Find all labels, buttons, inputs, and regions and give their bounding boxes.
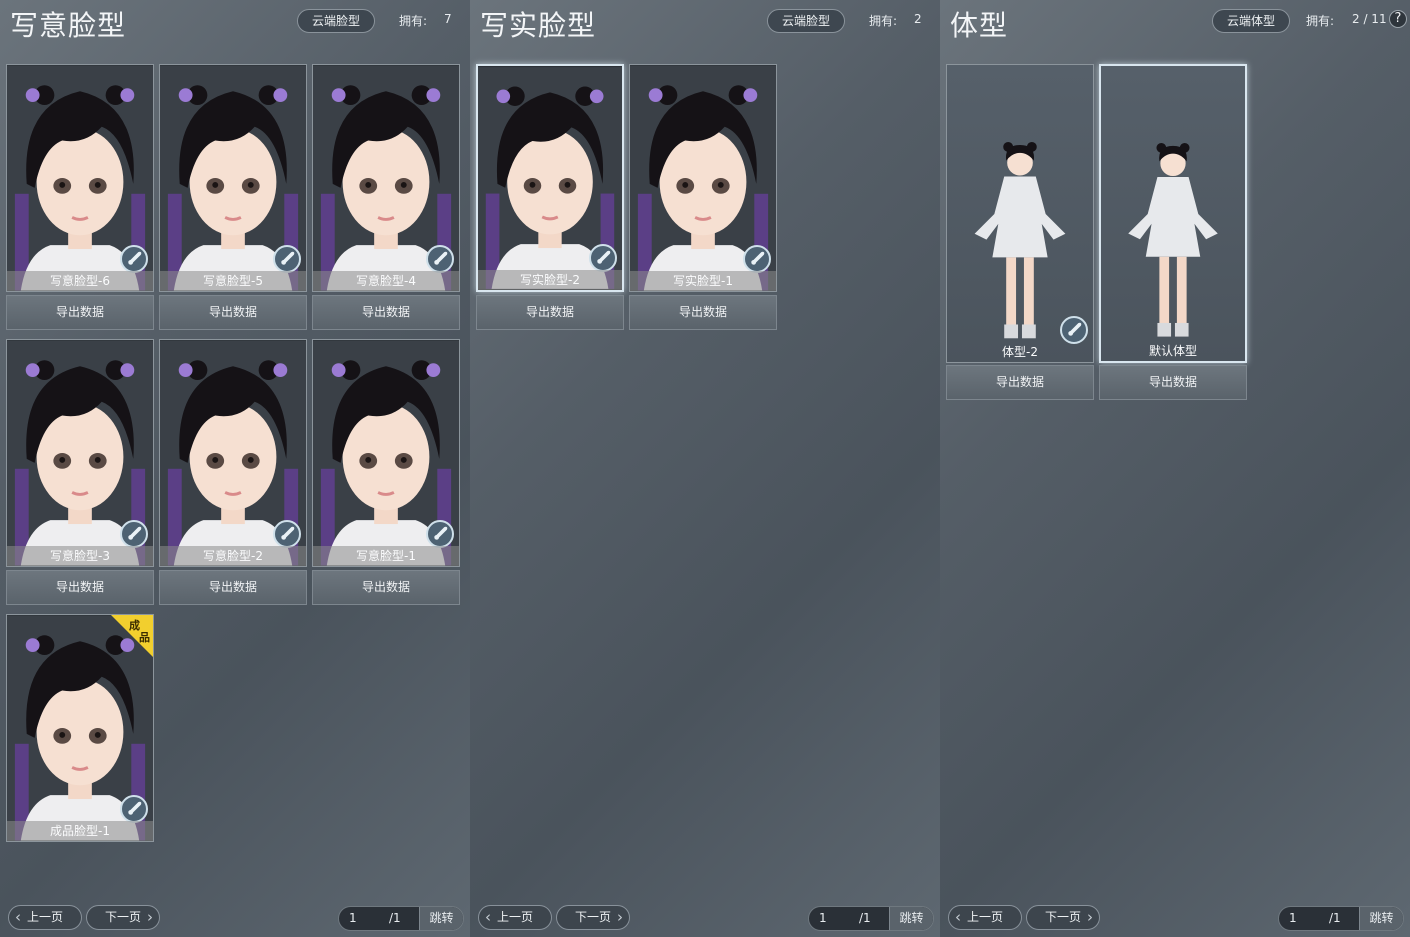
body-type-panel: 体型 云端体型 拥有: 2 / 11 ? 体型-2 导出数据 默认体型 导出数据… (940, 0, 1410, 937)
brush-icon[interactable] (589, 244, 617, 272)
body-card-selected[interactable]: 默认体型 (1099, 64, 1247, 363)
jump-button[interactable]: 跳转 (1359, 907, 1403, 930)
chevron-right-icon: › (147, 908, 153, 926)
chevron-left-icon: ‹ (15, 908, 21, 926)
card-label: 写意脸型-3 (7, 546, 153, 566)
panel-title: 写意脸型 (10, 9, 127, 42)
export-data-button[interactable]: 导出数据 (159, 570, 307, 605)
page-total: /1 (859, 911, 871, 925)
export-data-button[interactable]: 导出数据 (6, 570, 154, 605)
card-label: 写意脸型-2 (160, 546, 306, 566)
card-label: 成品脸型-1 (7, 821, 153, 841)
export-data-button[interactable]: 导出数据 (629, 295, 777, 330)
cloud-body-button[interactable]: 云端体型 (1212, 9, 1291, 33)
own-count: 2 (914, 12, 922, 26)
export-data-button[interactable]: 导出数据 (476, 295, 624, 330)
brush-icon[interactable] (426, 245, 454, 273)
page-total: /1 (1329, 911, 1341, 925)
body-figure (1101, 66, 1245, 361)
own-label: 拥有: (399, 14, 428, 28)
export-data-button[interactable]: 导出数据 (946, 365, 1094, 400)
own-count: 2 / 11 (1352, 12, 1387, 26)
finished-tag: 成 品 (111, 615, 153, 657)
card-label: 写实脸型-1 (630, 271, 776, 291)
export-data-button[interactable]: 导出数据 (6, 295, 154, 330)
finished-tag-text: 品 (139, 631, 150, 644)
next-page-button[interactable]: 下一页 › (556, 905, 630, 930)
export-data-button[interactable]: 导出数据 (159, 295, 307, 330)
export-data-button[interactable]: 导出数据 (312, 570, 460, 605)
prev-page-button[interactable]: ‹ 上一页 (8, 905, 82, 930)
export-data-button[interactable]: 导出数据 (1099, 365, 1247, 400)
body-card[interactable]: 体型-2 (946, 64, 1094, 363)
own-label: 拥有: (1306, 14, 1335, 28)
brush-icon[interactable] (273, 520, 301, 548)
realistic-face-panel: 写实脸型 云端脸型 拥有: 2 写实脸型-2 导出数据 写实脸型-1 导出数据 … (470, 0, 940, 937)
page-input[interactable]: 1 (349, 907, 357, 930)
page-jumper: 1 /1 跳转 (338, 906, 464, 931)
card-label: 写意脸型-6 (7, 271, 153, 291)
page-input[interactable]: 1 (1289, 907, 1297, 930)
face-card[interactable]: 写意脸型-3 (6, 339, 154, 567)
prev-page-button[interactable]: ‹ 上一页 (478, 905, 552, 930)
panel-title: 写实脸型 (480, 9, 597, 42)
face-card[interactable]: 写意脸型-6 (6, 64, 154, 292)
card-label: 写意脸型-4 (313, 271, 459, 291)
stylized-face-panel: 写意脸型 云端脸型 拥有: 7 写意脸型-6 导出数据 写意脸型-5 导出数据 … (0, 0, 470, 937)
face-card[interactable]: 写实脸型-1 (629, 64, 777, 292)
next-page-button[interactable]: 下一页 › (1026, 905, 1100, 930)
chevron-left-icon: ‹ (485, 908, 491, 926)
brush-icon[interactable] (743, 245, 771, 273)
brush-icon[interactable] (273, 245, 301, 273)
panel-title: 体型 (950, 9, 1009, 42)
page-jumper: 1 /1 跳转 (808, 906, 934, 931)
cloud-face-button[interactable]: 云端脸型 (297, 9, 376, 33)
own-count: 7 (444, 12, 452, 26)
chevron-right-icon: › (1087, 908, 1093, 926)
card-label: 默认体型 (1148, 344, 1197, 358)
jump-button[interactable]: 跳转 (889, 907, 933, 930)
face-card[interactable]: 写意脸型-2 (159, 339, 307, 567)
export-data-button[interactable]: 导出数据 (312, 295, 460, 330)
brush-icon[interactable] (120, 245, 148, 273)
chevron-right-icon: › (617, 908, 623, 926)
chevron-left-icon: ‹ (955, 908, 961, 926)
cloud-face-button[interactable]: 云端脸型 (767, 9, 846, 33)
face-card-selected[interactable]: 写实脸型-2 (476, 64, 624, 292)
card-label: 体型-2 (1002, 345, 1038, 359)
brush-icon[interactable] (426, 520, 454, 548)
page-total: /1 (389, 911, 401, 925)
finished-face-card[interactable]: 成 品 成品脸型-1 (6, 614, 154, 842)
brush-icon[interactable] (120, 520, 148, 548)
brush-icon[interactable] (120, 795, 148, 823)
help-icon[interactable]: ? (1389, 10, 1407, 28)
face-card[interactable]: 写意脸型-5 (159, 64, 307, 292)
prev-page-button[interactable]: ‹ 上一页 (948, 905, 1022, 930)
next-page-button[interactable]: 下一页 › (86, 905, 160, 930)
own-label: 拥有: (869, 14, 898, 28)
brush-icon[interactable] (1060, 316, 1088, 344)
page-input[interactable]: 1 (819, 907, 827, 930)
face-card[interactable]: 写意脸型-1 (312, 339, 460, 567)
face-card[interactable]: 写意脸型-4 (312, 64, 460, 292)
card-label: 写意脸型-5 (160, 271, 306, 291)
jump-button[interactable]: 跳转 (419, 907, 463, 930)
card-label: 写实脸型-2 (478, 270, 622, 290)
card-label: 写意脸型-1 (313, 546, 459, 566)
page-jumper: 1 /1 跳转 (1278, 906, 1404, 931)
